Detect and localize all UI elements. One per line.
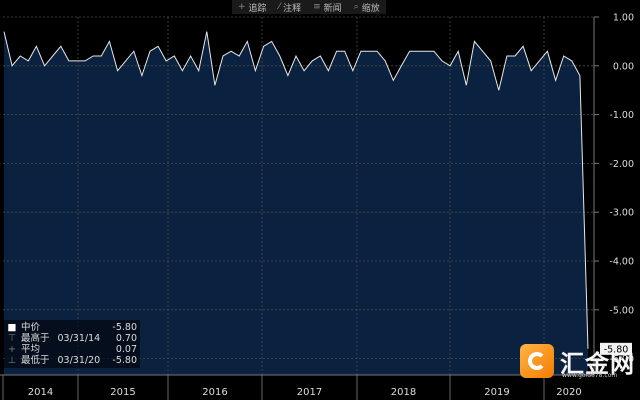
- legend-value: -5.80: [112, 355, 137, 366]
- legend-date: 03/31/20: [57, 355, 101, 366]
- x-tick-label: 2017: [297, 387, 322, 398]
- x-tick-label: 2014: [28, 387, 53, 398]
- y-tick-label: -1.00: [609, 110, 634, 121]
- watermark: 汇金网 www.gold678.com: [518, 344, 640, 382]
- legend-row-high: ⊤ 最高于 03/31/14 0.70: [7, 333, 137, 344]
- legend-label: 最低于: [21, 355, 50, 366]
- low-marker-icon: ⊥: [7, 355, 17, 366]
- legend-value: -5.80: [112, 322, 137, 333]
- legend-date: 03/31/14: [57, 333, 101, 344]
- pencil-icon: ⁄: [278, 2, 281, 12]
- legend-value: 0.70: [115, 333, 137, 344]
- x-tick-label: 2019: [484, 387, 509, 398]
- track-button[interactable]: + 追踪: [232, 0, 273, 14]
- zoom-label: 缩放: [361, 3, 380, 14]
- legend-row-low: ⊥ 最低于 03/31/20 -5.80: [7, 355, 137, 366]
- news-icon: ≡: [313, 2, 321, 12]
- gold678-logo-icon: [520, 344, 554, 378]
- zoom-icon: ⌕: [353, 2, 359, 12]
- track-label: 追踪: [248, 3, 267, 14]
- watermark-url: www.gold678.com: [562, 372, 618, 379]
- y-tick-label: 0.00: [613, 61, 634, 72]
- legend-value: 0.07: [115, 344, 137, 355]
- average-marker-icon: +: [8, 344, 16, 355]
- x-tick-label: 2015: [110, 387, 135, 398]
- zoom-button[interactable]: ⌕ 缩放: [348, 0, 386, 14]
- x-tick-label: 2018: [391, 387, 416, 398]
- legend-label: 中价: [21, 322, 41, 333]
- news-label: 新闻: [323, 3, 342, 14]
- news-button[interactable]: ≡ 新闻: [307, 0, 348, 14]
- y-tick-label: 1.00: [613, 13, 634, 24]
- annotate-label: 注释: [283, 3, 302, 14]
- plus-icon: +: [238, 2, 246, 12]
- y-tick-label: -2.00: [609, 159, 634, 170]
- x-tick-label: 2016: [202, 387, 227, 398]
- annotate-button[interactable]: ⁄ 注释: [273, 0, 308, 14]
- x-tick-label: 2020: [556, 387, 581, 398]
- y-tick-label: -5.00: [609, 305, 634, 316]
- chart-toolbar: + 追踪 ⁄ 注释 ≡ 新闻 ⌕ 缩放: [232, 0, 386, 14]
- y-tick-label: -3.00: [609, 208, 634, 219]
- y-tick-label: -4.00: [609, 257, 634, 268]
- legend-row-average: + 平均 0.07: [7, 344, 137, 355]
- square-icon: ■: [7, 322, 17, 333]
- legend-label: 最高于: [21, 333, 50, 344]
- legend: ■ 中价 -5.80 ⊤ 最高于 03/31/14 0.70 + 平均 0.07…: [4, 320, 140, 368]
- legend-row-mid: ■ 中价 -5.80: [7, 322, 138, 333]
- legend-label: 平均: [21, 344, 41, 355]
- high-marker-icon: ⊤: [7, 333, 17, 344]
